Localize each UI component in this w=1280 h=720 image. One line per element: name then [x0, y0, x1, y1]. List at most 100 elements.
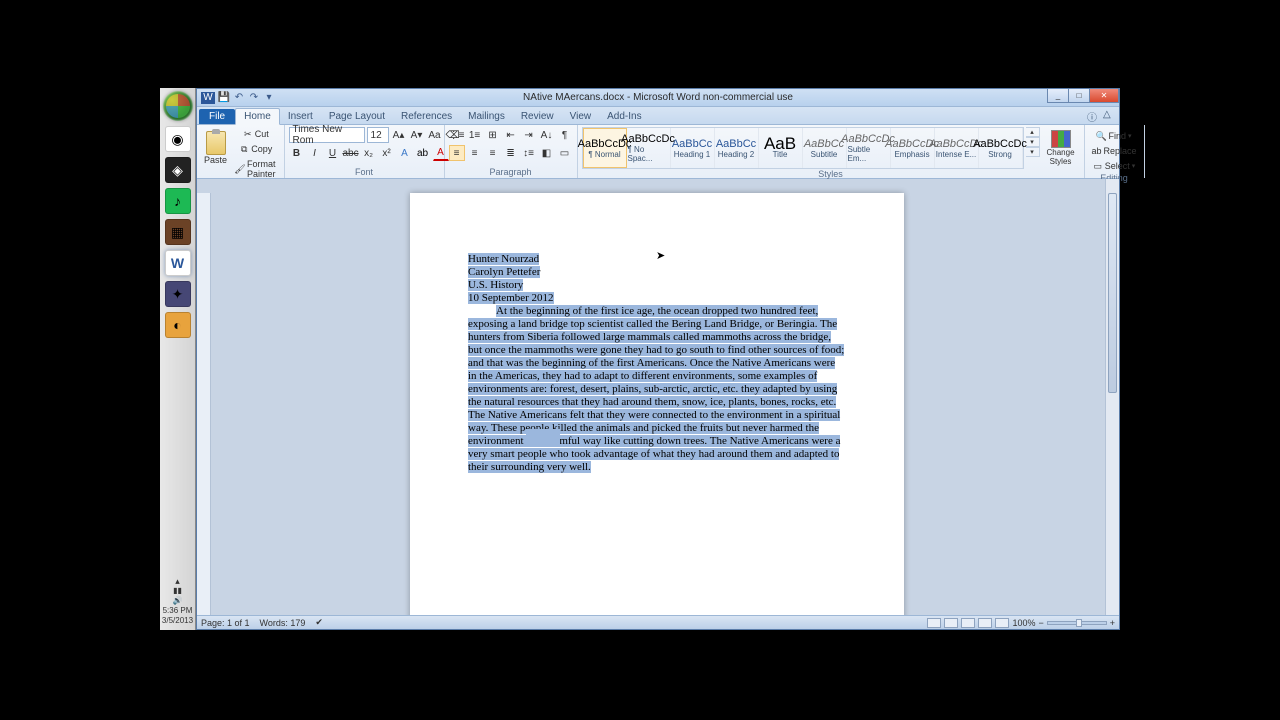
change-case-button[interactable]: Aa — [427, 127, 443, 143]
borders-button[interactable]: ▭ — [557, 145, 573, 161]
style-title[interactable]: AaBTitle — [759, 128, 803, 168]
copy-button[interactable]: ⧉Copy — [232, 142, 280, 156]
minimize-ribbon-icon[interactable]: △ — [1103, 109, 1115, 121]
taskbar-chrome-icon[interactable]: ◉ — [165, 126, 191, 152]
status-words[interactable]: Words: 179 — [260, 618, 306, 628]
font-name-combo[interactable]: Times New Rom — [289, 127, 365, 143]
styles-scroll[interactable]: ▴▾▾ — [1026, 127, 1040, 157]
align-right-button[interactable]: ≡ — [485, 145, 501, 161]
multilevel-button[interactable]: ⊞ — [485, 127, 501, 143]
help-icon[interactable]: ⓘ — [1087, 109, 1099, 121]
tray-net-icon[interactable]: ▮▮ — [160, 586, 195, 596]
style-subtle-em-[interactable]: AaBbCcDcSubtle Em... — [847, 128, 891, 168]
view-print-layout-button[interactable] — [927, 618, 941, 628]
tab-home[interactable]: Home — [235, 108, 280, 125]
text-effects-button[interactable]: A — [397, 145, 413, 161]
document-body[interactable]: Hunter Nourzad Carolyn Pettefer U.S. His… — [468, 253, 846, 474]
doc-body-text[interactable]: At the beginning of the first ice age, t… — [468, 305, 844, 473]
tray-arrow-icon[interactable]: ▴ — [160, 576, 195, 586]
zoom-in-button[interactable]: + — [1110, 618, 1115, 628]
cut-button[interactable]: ✂Cut — [232, 127, 280, 141]
justify-button[interactable]: ≣ — [503, 145, 519, 161]
close-button[interactable]: ✕ — [1089, 89, 1119, 103]
line-spacing-button[interactable]: ↕≡ — [521, 145, 537, 161]
taskbar-steam-icon[interactable]: ◈ — [165, 157, 191, 183]
tab-view[interactable]: View — [562, 109, 600, 124]
status-proof-icon[interactable]: ✔ — [315, 617, 323, 628]
doc-line-2[interactable]: Carolyn Pettefer — [468, 266, 540, 278]
tab-review[interactable]: Review — [513, 109, 562, 124]
system-tray[interactable]: ▴ ▮▮ 🔊 5:36 PM 3/5/2013 — [160, 576, 195, 626]
tab-page-layout[interactable]: Page Layout — [321, 109, 393, 124]
zoom-knob[interactable] — [1076, 619, 1082, 627]
view-full-screen-button[interactable] — [944, 618, 958, 628]
tab-file[interactable]: File — [199, 109, 235, 124]
sort-button[interactable]: A↓ — [539, 127, 555, 143]
qat-save-icon[interactable]: 💾 — [218, 92, 230, 104]
document-page[interactable]: Hunter Nourzad Carolyn Pettefer U.S. His… — [410, 193, 904, 615]
style-heading-2[interactable]: AaBbCcHeading 2 — [715, 128, 759, 168]
qat-undo-icon[interactable]: ↶ — [233, 92, 245, 104]
style-heading-1[interactable]: AaBbCcHeading 1 — [671, 128, 715, 168]
show-marks-button[interactable]: ¶ — [557, 127, 573, 143]
qat-redo-icon[interactable]: ↷ — [248, 92, 260, 104]
tab-mailings[interactable]: Mailings — [460, 109, 513, 124]
select-button[interactable]: ▭Select▾ — [1089, 159, 1140, 173]
vertical-scrollbar[interactable] — [1105, 179, 1119, 615]
font-size-combo[interactable]: 12 — [367, 127, 389, 143]
superscript-button[interactable]: x² — [379, 145, 395, 161]
style--normal[interactable]: AaBbCcDc¶ Normal — [583, 128, 627, 168]
numbering-button[interactable]: 1≡ — [467, 127, 483, 143]
style-intense-e-[interactable]: AaBbCcDcIntense E... — [935, 128, 979, 168]
taskbar-word-icon[interactable]: W — [165, 250, 191, 276]
italic-button[interactable]: I — [307, 145, 323, 161]
tray-vol-icon[interactable]: 🔊 — [160, 596, 195, 606]
highlight-button[interactable]: ab — [415, 145, 431, 161]
change-styles-button[interactable]: Change Styles — [1042, 127, 1080, 169]
status-page[interactable]: Page: 1 of 1 — [201, 618, 250, 628]
start-orb[interactable] — [163, 91, 193, 121]
bullets-button[interactable]: ⋮≡ — [449, 127, 465, 143]
scrollbar-thumb[interactable] — [1108, 193, 1117, 393]
style--no-spac-[interactable]: AaBbCcDc¶ No Spac... — [627, 128, 671, 168]
bold-button[interactable]: B — [289, 145, 305, 161]
zoom-level[interactable]: 100% — [1012, 618, 1035, 628]
view-draft-button[interactable] — [995, 618, 1009, 628]
grow-font-button[interactable]: A▴ — [391, 127, 407, 143]
replace-button[interactable]: abReplace — [1089, 144, 1140, 158]
doc-line-3[interactable]: U.S. History — [468, 279, 523, 291]
view-web-button[interactable] — [961, 618, 975, 628]
vertical-ruler[interactable] — [197, 193, 211, 615]
minimize-button[interactable]: _ — [1047, 89, 1069, 103]
style-subtitle[interactable]: AaBbCcSubtitle — [803, 128, 847, 168]
find-button[interactable]: 🔍Find▾ — [1089, 129, 1140, 143]
tab-add-ins[interactable]: Add-Ins — [599, 109, 649, 124]
shrink-font-button[interactable]: A▾ — [409, 127, 425, 143]
style-strong[interactable]: AaBbCcDcStrong — [979, 128, 1023, 168]
tab-insert[interactable]: Insert — [280, 109, 321, 124]
paste-button[interactable]: Paste — [201, 127, 230, 169]
titlebar[interactable]: W 💾 ↶ ↷ ▾ NAtive MAercans.docx - Microso… — [197, 89, 1119, 107]
taskbar-app-icon[interactable]: ✦ — [165, 281, 191, 307]
zoom-slider[interactable] — [1047, 621, 1107, 625]
qat-customize-icon[interactable]: ▾ — [263, 92, 275, 104]
shading-button[interactable]: ◧ — [539, 145, 555, 161]
tray-date[interactable]: 3/5/2013 — [160, 616, 195, 626]
tray-time[interactable]: 5:36 PM — [160, 606, 195, 616]
doc-line-1[interactable]: Hunter Nourzad — [468, 253, 539, 265]
zoom-out-button[interactable]: − — [1038, 618, 1043, 628]
align-center-button[interactable]: ≡ — [467, 145, 483, 161]
tab-references[interactable]: References — [393, 109, 460, 124]
taskbar-minecraft-icon[interactable]: ▦ — [165, 219, 191, 245]
subscript-button[interactable]: x₂ — [361, 145, 377, 161]
taskbar-app2-icon[interactable]: ◐ — [165, 312, 191, 338]
format-painter-button[interactable]: 🖌Format Painter — [232, 157, 280, 181]
doc-line-4[interactable]: 10 September 2012 — [468, 292, 554, 304]
view-outline-button[interactable] — [978, 618, 992, 628]
align-left-button[interactable]: ≡ — [449, 145, 465, 161]
underline-button[interactable]: U — [325, 145, 341, 161]
increase-indent-button[interactable]: ⇥ — [521, 127, 537, 143]
decrease-indent-button[interactable]: ⇤ — [503, 127, 519, 143]
style-emphasis[interactable]: AaBbCcDcEmphasis — [891, 128, 935, 168]
strike-button[interactable]: abc — [343, 145, 359, 161]
